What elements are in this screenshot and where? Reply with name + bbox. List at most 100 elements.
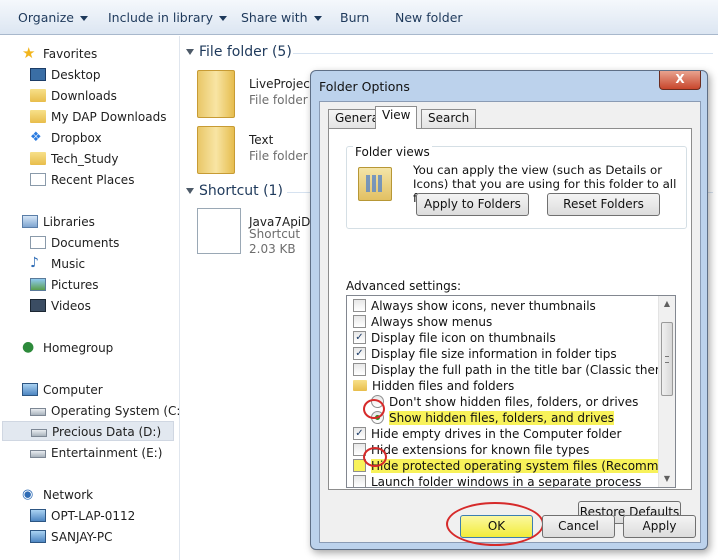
share-with-button[interactable]: Share with bbox=[241, 10, 322, 25]
setting-always-show-menus[interactable]: Always show menus bbox=[353, 314, 492, 330]
nav-desktop[interactable]: Desktop bbox=[30, 65, 101, 85]
setting-label: Hide extensions for known file types bbox=[371, 443, 590, 457]
nav-network[interactable]: ◉ Network bbox=[22, 485, 93, 505]
setting-show-hidden[interactable]: Show hidden files, folders, and drives bbox=[371, 410, 615, 426]
tab-search[interactable]: Search bbox=[421, 109, 477, 128]
setting-group-hidden-files: Hidden files and folders bbox=[353, 378, 514, 394]
include-in-library-button[interactable]: Include in library bbox=[108, 10, 228, 25]
command-bar: Organize Include in library Share with B… bbox=[0, 0, 718, 35]
nav-dropbox[interactable]: ❖ Dropbox bbox=[30, 128, 102, 148]
nav-tech-study[interactable]: Tech_Study bbox=[30, 149, 119, 169]
desktop-icon bbox=[30, 68, 46, 81]
new-folder-label: New folder bbox=[395, 10, 463, 25]
nav-libraries[interactable]: Libraries bbox=[22, 212, 95, 232]
nav-documents-label: Documents bbox=[51, 236, 120, 250]
scroll-thumb[interactable] bbox=[661, 322, 673, 396]
nav-my-dap-downloads[interactable]: My DAP Downloads bbox=[30, 107, 166, 127]
scroll-down-icon[interactable]: ▼ bbox=[659, 471, 675, 487]
setting-label: Always show menus bbox=[371, 315, 493, 329]
videos-icon bbox=[30, 299, 46, 312]
nav-computer[interactable]: Computer bbox=[22, 380, 103, 400]
cancel-button[interactable]: Cancel bbox=[542, 515, 615, 538]
setting-launch-separate-process[interactable]: Launch folder windows in a separate proc… bbox=[353, 474, 641, 487]
setting-label: Always show icons, never thumbnails bbox=[371, 299, 596, 313]
folder-views-label: Folder views bbox=[353, 145, 432, 159]
nav-music-label: Music bbox=[51, 257, 86, 271]
nav-homegroup[interactable]: ● Homegroup bbox=[22, 338, 113, 358]
file-type: File folder bbox=[249, 149, 308, 163]
nav-recent-places-label: Recent Places bbox=[51, 173, 135, 187]
setting-label: Show hidden files, folders, and drives bbox=[389, 411, 615, 425]
file-type: Shortcut bbox=[249, 227, 301, 241]
folder-icon bbox=[353, 380, 367, 391]
folder-views-group: Folder views You can apply the view (suc… bbox=[346, 145, 687, 229]
nav-sanjay-pc[interactable]: SANJAY-PC bbox=[30, 527, 112, 547]
organize-button[interactable]: Organize bbox=[18, 10, 88, 25]
reset-folders-button[interactable]: Reset Folders bbox=[547, 193, 660, 216]
setting-display-file-icon[interactable]: ✓ Display file icon on thumbnails bbox=[353, 330, 556, 346]
close-icon: X bbox=[675, 72, 685, 86]
nav-music[interactable]: ♪ Music bbox=[30, 254, 85, 274]
group-header-label: Shortcut (1) bbox=[199, 183, 283, 199]
burn-label: Burn bbox=[340, 10, 370, 25]
nav-videos[interactable]: Videos bbox=[30, 296, 91, 316]
tab-view[interactable]: View bbox=[375, 106, 418, 129]
nav-drive-d[interactable]: Precious Data (D:) bbox=[2, 421, 174, 441]
setting-hide-protected-os-files[interactable]: Hide protected operating system files (R… bbox=[353, 458, 675, 474]
drive-icon bbox=[30, 407, 46, 416]
new-folder-button[interactable]: New folder bbox=[395, 10, 463, 25]
collapse-icon bbox=[186, 49, 194, 55]
documents-icon bbox=[30, 236, 46, 249]
nav-recent-places[interactable]: Recent Places bbox=[30, 170, 134, 190]
nav-downloads[interactable]: Downloads bbox=[30, 86, 117, 106]
apply-to-folders-label: Apply to Folders bbox=[424, 197, 521, 211]
setting-label: Don't show hidden files, folders, or dri… bbox=[389, 395, 639, 409]
reset-folders-label: Reset Folders bbox=[563, 197, 644, 211]
setting-label: Display file icon on thumbnails bbox=[371, 331, 556, 345]
file-type: File folder bbox=[249, 93, 308, 107]
chevron-down-icon bbox=[313, 16, 322, 21]
nav-opt-lap[interactable]: OPT-LAP-0112 bbox=[30, 506, 135, 526]
setting-hide-extensions[interactable]: Hide extensions for known file types bbox=[353, 442, 589, 458]
nav-opt-lap-label: OPT-LAP-0112 bbox=[51, 509, 136, 523]
nav-drive-c[interactable]: Operating System (C:) bbox=[30, 401, 185, 421]
advanced-settings-list[interactable]: Always show icons, never thumbnails Alwa… bbox=[346, 295, 676, 488]
setting-label: Hidden files and folders bbox=[372, 379, 515, 393]
checkbox-checked[interactable]: ✓ bbox=[353, 331, 366, 344]
apply-to-folders-button[interactable]: Apply to Folders bbox=[416, 193, 529, 216]
nav-drive-e[interactable]: Entertainment (E:) bbox=[30, 443, 162, 463]
folder-options-dialog: Folder Options X General View Search Fol… bbox=[310, 70, 708, 550]
setting-dont-show-hidden[interactable]: Don't show hidden files, folders, or dri… bbox=[371, 394, 638, 410]
vertical-scrollbar[interactable]: ▲ ▼ bbox=[658, 296, 675, 487]
setting-hide-empty-drives[interactable]: ✓ Hide empty drives in the Computer folde… bbox=[353, 426, 621, 442]
checkbox-checked[interactable]: ✓ bbox=[353, 427, 366, 440]
organize-label: Organize bbox=[18, 10, 74, 25]
scroll-up-icon[interactable]: ▲ bbox=[659, 296, 675, 312]
setting-display-file-size[interactable]: ✓ Display file size information in folder… bbox=[353, 346, 617, 362]
folder-icon bbox=[197, 70, 235, 118]
setting-always-show-icons[interactable]: Always show icons, never thumbnails bbox=[353, 298, 596, 314]
checkbox[interactable] bbox=[353, 299, 366, 312]
apply-button[interactable]: Apply bbox=[623, 515, 696, 538]
folder-icon bbox=[197, 126, 235, 174]
checkbox[interactable] bbox=[353, 315, 366, 328]
close-button[interactable]: X bbox=[659, 71, 701, 90]
grip-icon bbox=[665, 356, 669, 363]
group-header-shortcut[interactable]: Shortcut (1) bbox=[186, 183, 283, 199]
nav-tech-study-label: Tech_Study bbox=[51, 152, 119, 166]
annotation-circle bbox=[446, 502, 544, 546]
group-header-file-folder[interactable]: File folder (5) bbox=[186, 44, 292, 60]
checkbox-checked[interactable]: ✓ bbox=[353, 347, 366, 360]
nav-documents[interactable]: Documents bbox=[30, 233, 119, 253]
recent-places-icon bbox=[30, 173, 46, 186]
nav-libraries-label: Libraries bbox=[43, 215, 95, 229]
folder-icon bbox=[30, 152, 46, 165]
setting-display-full-path[interactable]: Display the full path in the title bar (… bbox=[353, 362, 675, 378]
folder-views-icon bbox=[358, 167, 392, 201]
nav-favorites[interactable]: ★ Favorites bbox=[22, 44, 97, 64]
burn-button[interactable]: Burn bbox=[340, 10, 369, 25]
checkbox[interactable] bbox=[353, 363, 366, 376]
network-icon: ◉ bbox=[22, 487, 34, 502]
checkbox[interactable] bbox=[353, 475, 366, 487]
nav-pictures[interactable]: Pictures bbox=[30, 275, 99, 295]
